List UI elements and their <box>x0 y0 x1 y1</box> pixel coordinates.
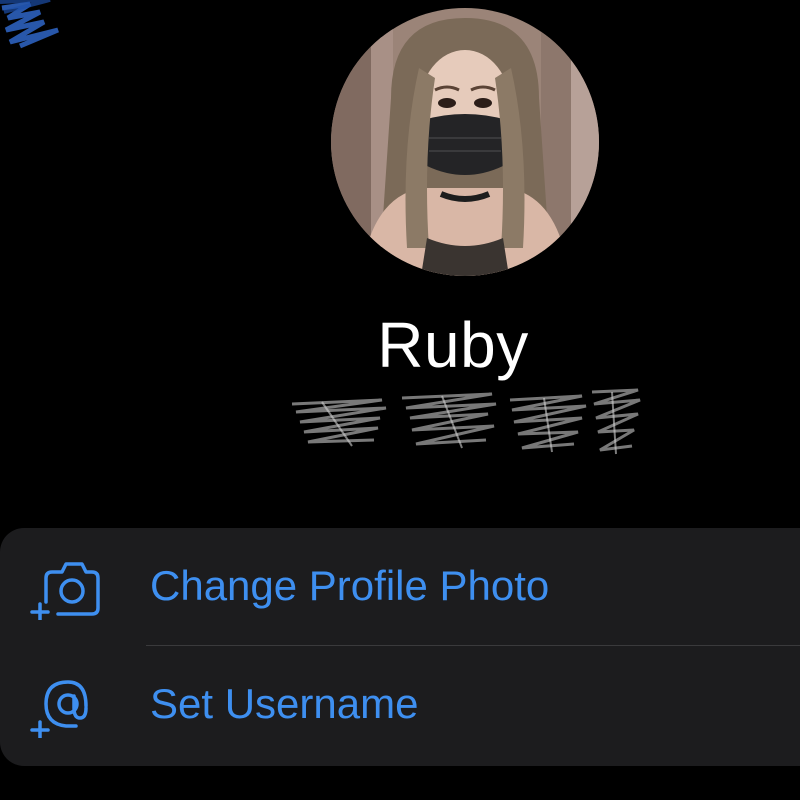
change-profile-photo-button[interactable]: Change Profile Photo <box>0 528 800 646</box>
redacted-phone-number <box>291 388 641 455</box>
blue-scribble-mark <box>0 0 59 49</box>
profile-name: Ruby <box>377 309 529 381</box>
change-profile-photo-label: Change Profile Photo <box>150 562 550 609</box>
avatar-photo <box>331 8 599 276</box>
profile-avatar[interactable] <box>331 8 599 276</box>
add-at-sign-icon <box>30 680 88 738</box>
profile-actions-card: Change Profile Photo Set Username <box>0 528 800 766</box>
set-username-button[interactable]: Set Username <box>0 646 800 764</box>
profile-screen: Ruby Change Profile Photo Set Username <box>0 0 800 800</box>
set-username-label: Set Username <box>150 680 419 727</box>
add-camera-icon <box>30 562 100 620</box>
